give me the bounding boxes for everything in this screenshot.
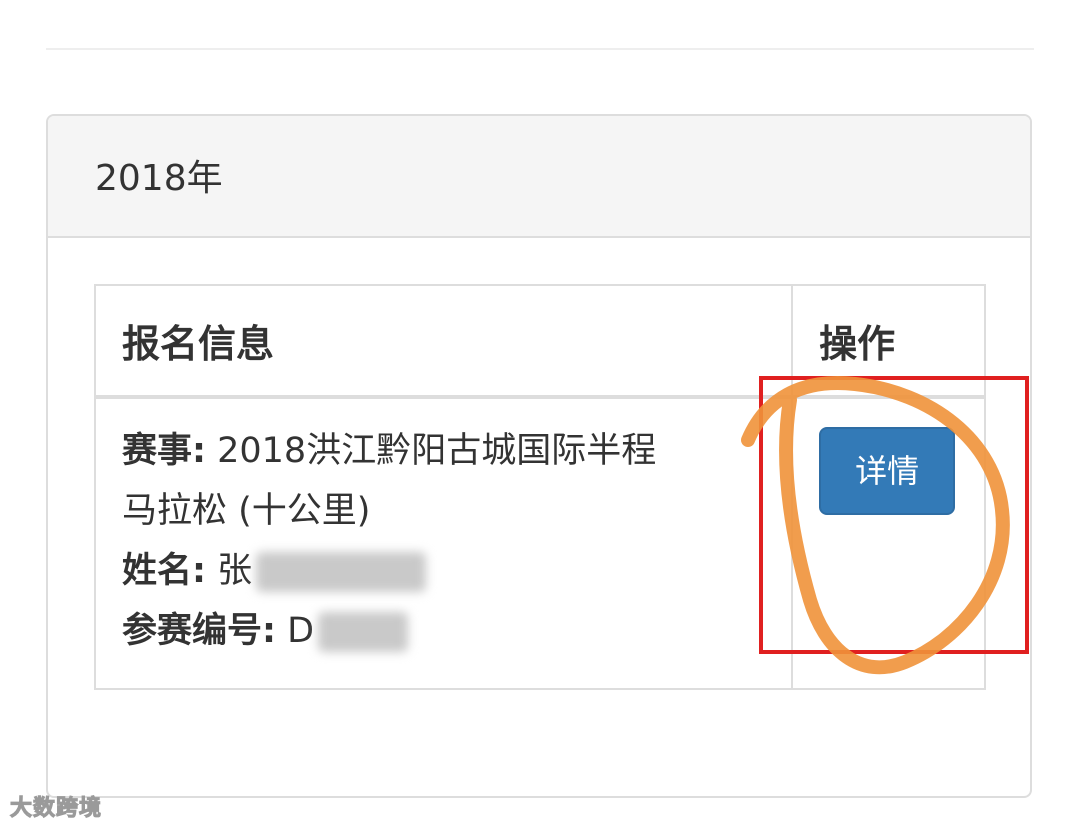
divider [46, 48, 1034, 50]
header-info: 报名信息 [93, 284, 794, 399]
event-line: 赛事: 2018洪江黔阳古城国际半程 [122, 421, 771, 481]
table-row: 赛事: 2018洪江黔阳古城国际半程 马拉松 (十公里) 姓名: 张 参赛编号:… [93, 396, 986, 690]
panel-heading: 2018年 [48, 116, 1030, 238]
event-label: 赛事: [122, 431, 206, 471]
watermark: 大数跨境 [9, 796, 103, 822]
header-action: 操作 [791, 284, 986, 399]
page: 2018年 报名信息 操作 赛事: 2018洪江黔阳古城国际半程 马拉松 (十公… [0, 0, 1080, 825]
table-header-row: 报名信息 操作 [93, 284, 986, 399]
action-cell: 详情 [791, 396, 986, 690]
redacted-bib [318, 612, 409, 652]
bib-line: 参赛编号: D [122, 601, 771, 661]
info-cell: 赛事: 2018洪江黔阳古城国际半程 马拉松 (十公里) 姓名: 张 参赛编号:… [93, 396, 794, 690]
detail-button[interactable]: 详情 [819, 427, 956, 515]
event-line-2: 马拉松 (十公里) [122, 491, 371, 531]
name-line: 姓名: 张 [122, 541, 771, 601]
name-label: 姓名: [122, 551, 206, 591]
registration-table: 报名信息 操作 赛事: 2018洪江黔阳古城国际半程 马拉松 (十公里) 姓名:… [93, 284, 986, 690]
bib-value: D [276, 611, 315, 651]
redacted-name [256, 552, 427, 592]
event-value: 2018洪江黔阳古城国际半程 [206, 431, 657, 471]
name-value: 张 [206, 551, 253, 591]
bib-label: 参赛编号: [122, 611, 276, 651]
panel-title: 2018年 [95, 158, 223, 199]
